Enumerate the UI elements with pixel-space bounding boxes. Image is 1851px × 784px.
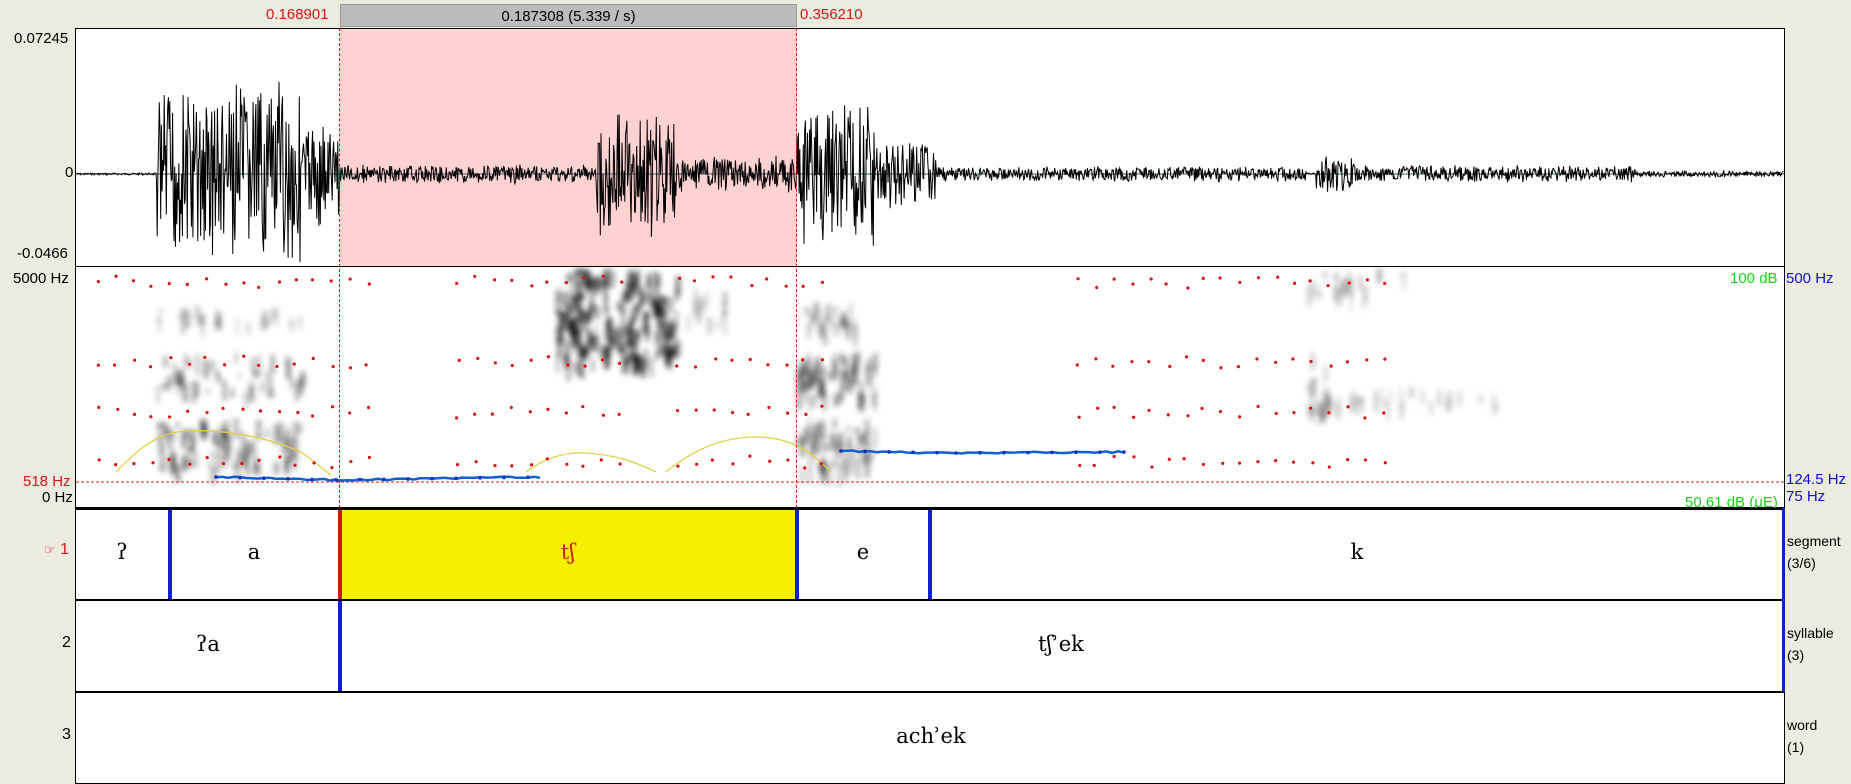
- boundary[interactable]: [338, 601, 342, 692]
- spectrogram-bottom-freq-label: 0 Hz: [42, 489, 73, 506]
- pitch-cursor-label: 124.5 Hz: [1786, 471, 1847, 488]
- selection-start-line: [339, 28, 340, 508]
- waveform-svg: [76, 81, 1784, 263]
- tier-count: (3/6): [1787, 555, 1816, 571]
- interval-text[interactable]: ʔa: [196, 632, 220, 656]
- boundary-selected[interactable]: [338, 510, 342, 600]
- tier-name: syllable: [1787, 625, 1834, 641]
- spectrogram-panel[interactable]: [75, 267, 1785, 508]
- spectrogram-cursor-freq-label: 518 Hz: [23, 473, 71, 490]
- tier-syllable[interactable]: ʔa tʃʾek: [75, 599, 1785, 692]
- selection-end-time: 0.356210: [800, 6, 863, 23]
- interval-text[interactable]: achʾek: [896, 724, 965, 748]
- tier-1-number: ☞ 1: [44, 541, 69, 559]
- tier-3-name: word (1): [1787, 714, 1817, 758]
- waveform-trace: [76, 81, 1784, 263]
- interval-text[interactable]: tʃʾek: [1038, 632, 1084, 656]
- selection-duration-bar[interactable]: 0.187308 (5.339 / s): [340, 4, 797, 27]
- interval-text-selected[interactable]: tʃ: [561, 540, 575, 564]
- spectrogram-svg: [76, 267, 1784, 488]
- end-boundary: [1782, 508, 1785, 692]
- tier-2-number: 2: [62, 634, 71, 651]
- pitch-bottom-label: 75 Hz: [1786, 488, 1826, 505]
- interval-text[interactable]: e: [857, 540, 869, 564]
- tier-segment[interactable]: ʔ a tʃ e k: [75, 508, 1785, 600]
- tier-3-number: 3: [62, 726, 71, 743]
- spectrogram-top-freq-label: 5000 Hz: [13, 270, 69, 287]
- tier-2-name: syllable (3): [1787, 622, 1834, 666]
- intensity-top-label: 100 dB: [1730, 270, 1778, 287]
- selection-end-line: [796, 28, 797, 508]
- pointing-hand-icon: ☞: [44, 542, 56, 557]
- selection-start-time: 0.168901: [266, 6, 329, 23]
- tier-count: (3): [1787, 647, 1805, 663]
- tier-1-name: segment (3/6): [1787, 530, 1841, 574]
- spectrogram-energy: [156, 267, 1498, 488]
- interval-text[interactable]: k: [1351, 540, 1364, 564]
- waveform-panel[interactable]: [75, 28, 1785, 267]
- boundary[interactable]: [928, 510, 932, 600]
- waveform-min-label: -0.0466: [17, 245, 68, 262]
- boundary[interactable]: [168, 510, 172, 600]
- pitch-top-label: 500 Hz: [1786, 270, 1834, 287]
- boundary[interactable]: [795, 510, 799, 600]
- tier-word[interactable]: achʾek: [75, 691, 1785, 784]
- interval-text[interactable]: ʔ: [116, 540, 127, 564]
- tier-count: (1): [1787, 739, 1805, 755]
- tier-name: segment: [1787, 533, 1841, 549]
- waveform-zero-label: 0: [65, 164, 74, 181]
- tier-number: 1: [60, 541, 70, 558]
- pitch-track: [214, 449, 1126, 482]
- interval-text[interactable]: a: [248, 540, 261, 564]
- waveform-max-label: 0.07245: [14, 30, 69, 47]
- tier-name: word: [1787, 717, 1818, 733]
